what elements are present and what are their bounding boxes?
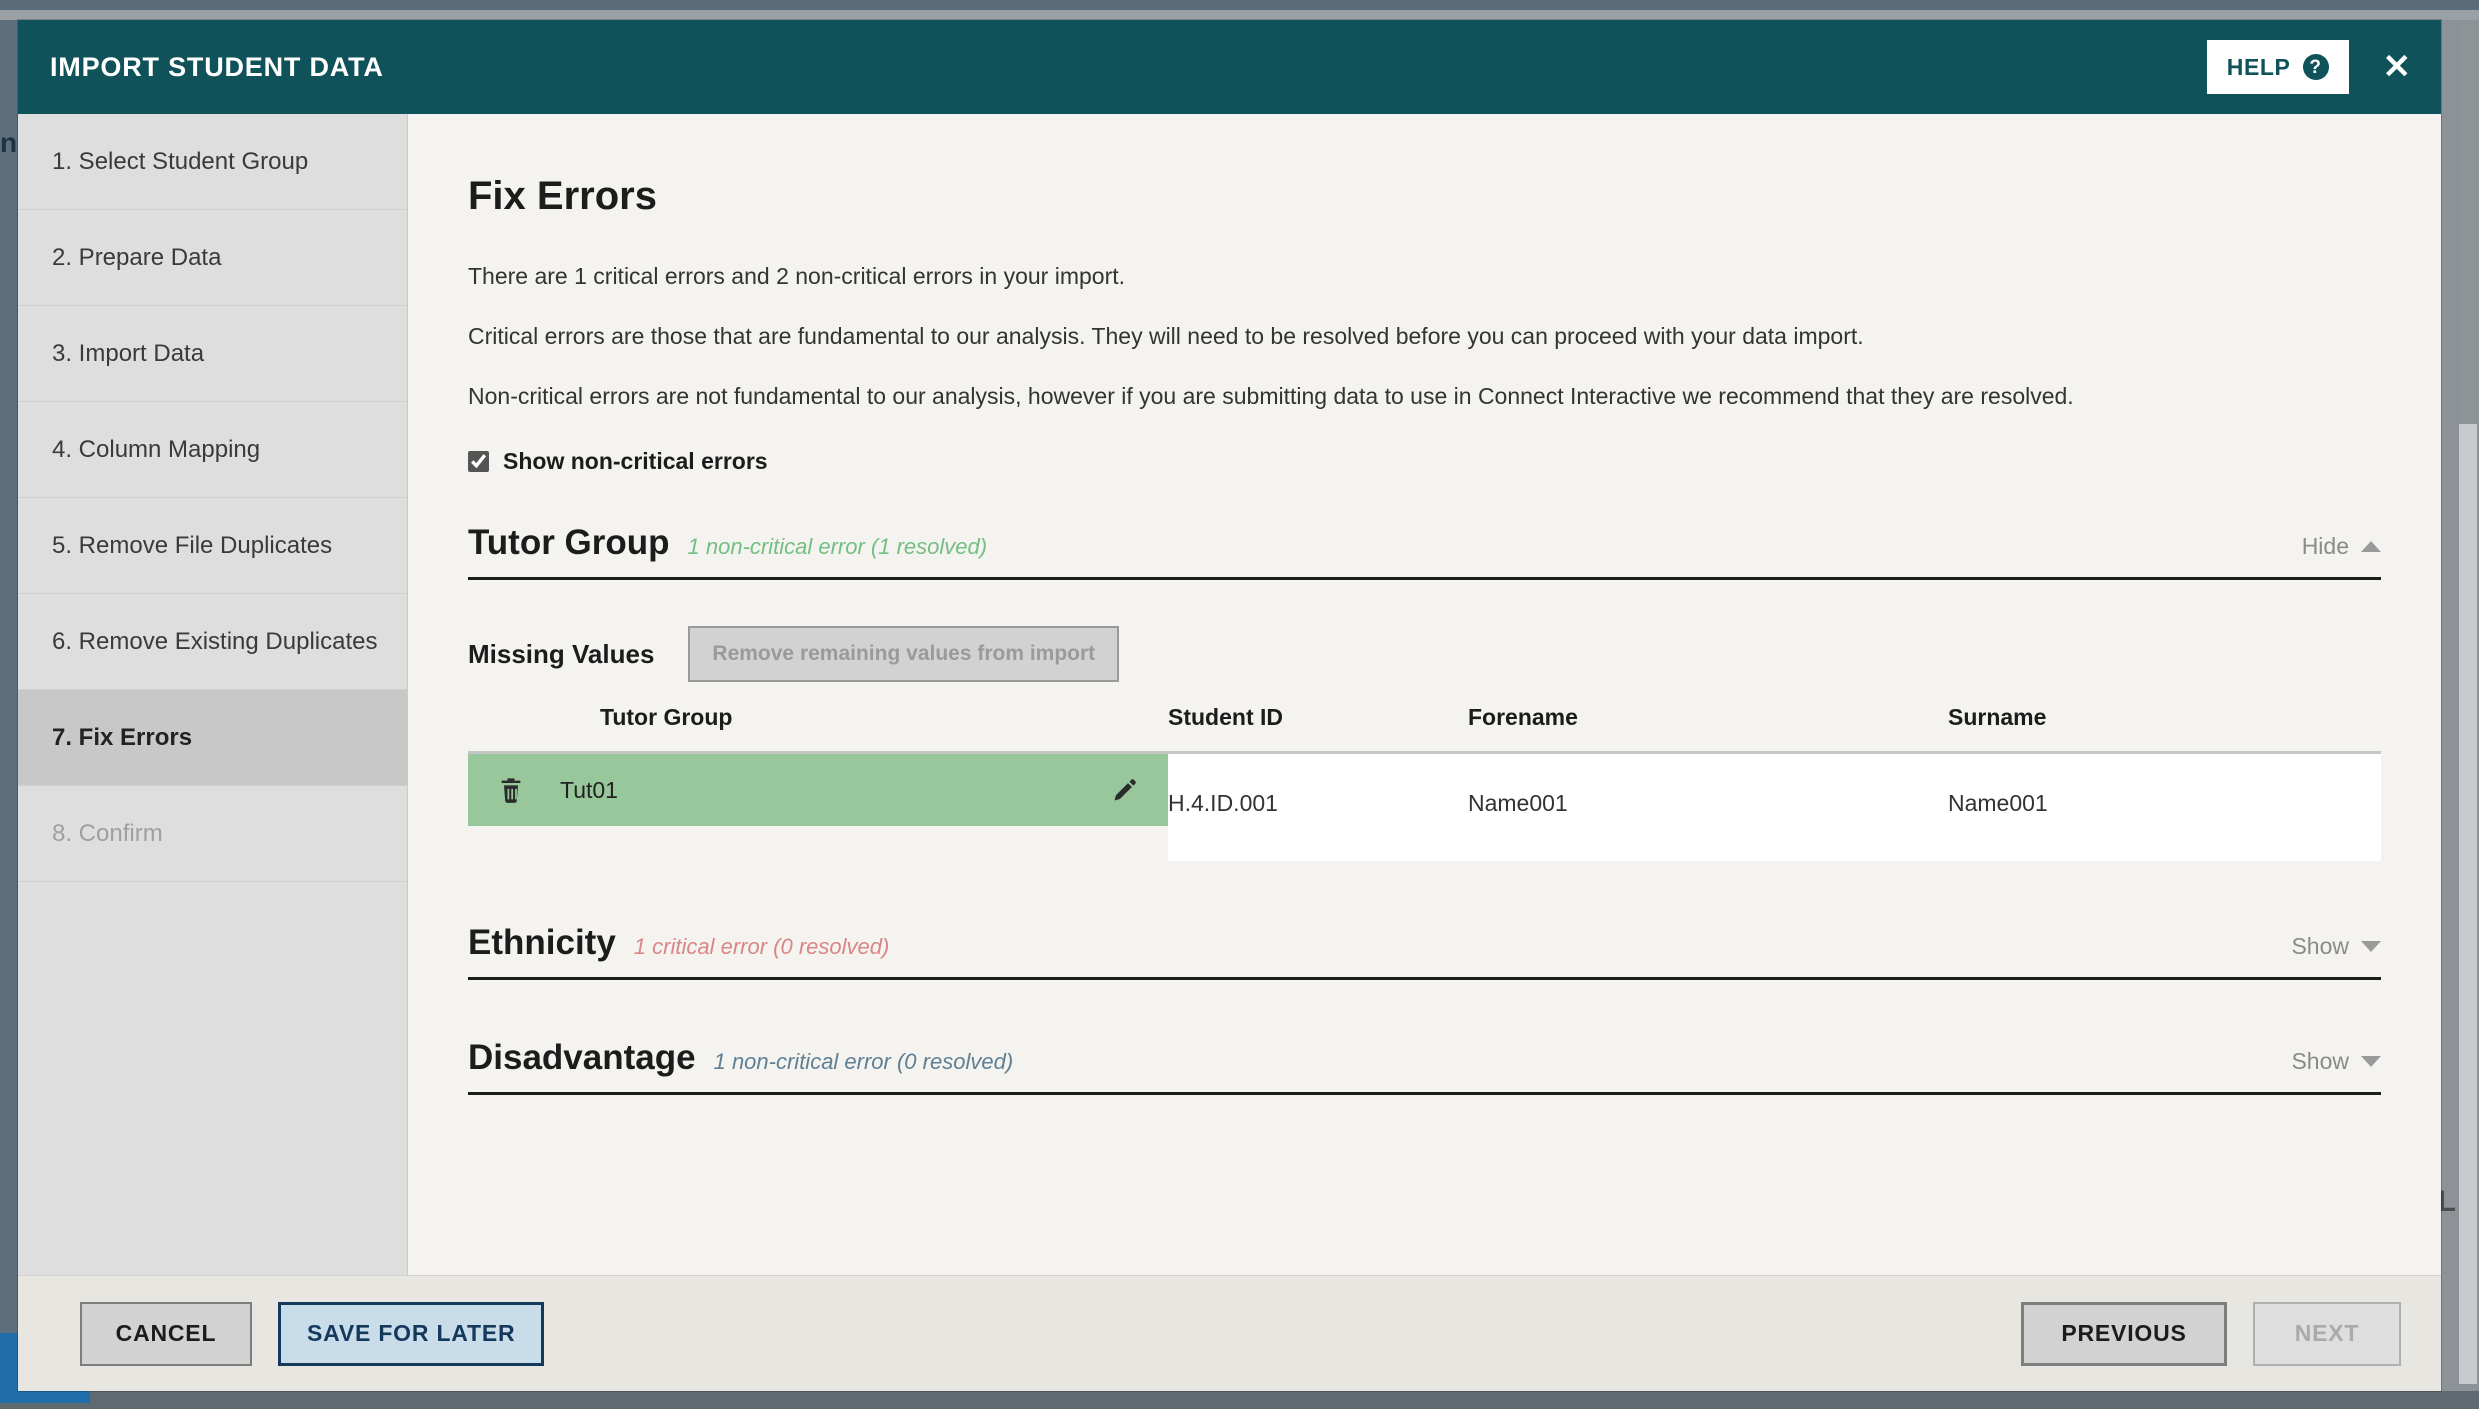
section-tutor-group-title: Tutor Group <box>468 523 670 562</box>
table-row: Tut01 H.4.ID.001 Name001 Name001 <box>468 752 2381 861</box>
modal-header-actions: HELP ? ✕ <box>2206 40 2420 94</box>
footer-right-actions: PREVIOUS NEXT <box>2021 1301 2401 1366</box>
section-ethnicity-toggle[interactable]: Show <box>2291 933 2381 960</box>
section-disadvantage-title: Disadvantage <box>468 1037 696 1077</box>
table-cell-value-text: Tut01 <box>560 776 618 803</box>
chevron-down-icon <box>2361 1055 2381 1067</box>
footer-left-actions: CANCEL SAVE FOR LATER <box>80 1301 545 1366</box>
cancel-button[interactable]: CANCEL <box>80 1301 252 1366</box>
fix-errors-panel: Fix Errors There are 1 critical errors a… <box>408 114 2441 1275</box>
chevron-up-icon <box>2361 541 2381 552</box>
errors-table: Tutor Group Student ID Forename Surname <box>468 704 2381 861</box>
show-noncritical-errors-checkbox[interactable] <box>468 451 489 472</box>
save-for-later-button[interactable]: SAVE FOR LATER <box>278 1301 545 1366</box>
previous-button[interactable]: PREVIOUS <box>2021 1301 2227 1366</box>
intro-paragraph-1: There are 1 critical errors and 2 non-cr… <box>468 263 1126 289</box>
pencil-icon[interactable] <box>1110 775 1140 805</box>
missing-values-label: Missing Values <box>468 638 655 669</box>
close-icon[interactable]: ✕ <box>2375 50 2420 84</box>
section-disadvantage-status: 1 non-critical error (0 resolved) <box>713 1048 1014 1074</box>
table-cell-value: Tut01 <box>468 753 1168 861</box>
errors-table-head: Tutor Group Student ID Forename Surname <box>468 704 2381 754</box>
trash-icon[interactable] <box>496 775 526 805</box>
section-tutor-group-toggle-label: Hide <box>2301 533 2349 559</box>
intro-paragraph-3: Non-critical errors are not fundamental … <box>468 383 2074 409</box>
background-top-strip <box>0 0 2479 10</box>
show-noncritical-errors-row: Show non-critical errors <box>468 448 2381 475</box>
column-header-forename: Forename <box>1468 704 1948 754</box>
section-ethnicity-toggle-label: Show <box>2291 932 2349 959</box>
sidebar-item-fix-errors[interactable]: 7. Fix Errors <box>18 690 407 786</box>
sidebar-item-prepare-data[interactable]: 2. Prepare Data <box>18 210 407 306</box>
import-student-data-modal: IMPORT STUDENT DATA HELP ? ✕ 1. Select S… <box>18 20 2441 1391</box>
intro-paragraph-2: Critical errors are those that are funda… <box>468 323 1864 349</box>
section-spacer-2 <box>468 980 2381 1038</box>
chevron-down-icon <box>2361 940 2381 952</box>
background-bottom-bar <box>0 1391 2479 1409</box>
errors-table-body: Tut01 H.4.ID.001 Name001 Name001 <box>468 752 2381 861</box>
table-cell-forename: Name001 <box>1468 752 1948 861</box>
modal-header: IMPORT STUDENT DATA HELP ? ✕ <box>18 20 2441 114</box>
section-tutor-group-status: 1 non-critical error (1 resolved) <box>687 534 988 559</box>
errors-table-header-row: Tutor Group Student ID Forename Surname <box>468 704 2381 754</box>
question-circle-icon: ? <box>2302 54 2329 80</box>
section-ethnicity: Ethnicity 1 critical error (0 resolved) … <box>468 923 2381 980</box>
resolved-value-pill: Tut01 <box>468 754 1168 826</box>
section-ethnicity-title: Ethnicity <box>468 922 616 962</box>
modal-footer: CANCEL SAVE FOR LATER PREVIOUS NEXT <box>18 1275 2441 1391</box>
help-button-label: HELP <box>2226 53 2291 80</box>
section-disadvantage-toggle[interactable]: Show <box>2291 1048 2381 1075</box>
table-cell-student-id: H.4.ID.001 <box>1168 752 1468 861</box>
sidebar-item-column-mapping[interactable]: 4. Column Mapping <box>18 402 407 498</box>
sidebar-item-remove-existing-duplicates[interactable]: 6. Remove Existing Duplicates <box>18 594 407 690</box>
column-header-surname: Surname <box>1948 704 2381 754</box>
column-header-student-id: Student ID <box>1168 704 1468 754</box>
background-top-strip-right <box>1100 10 2479 20</box>
sidebar-item-confirm: 8. Confirm <box>18 786 407 882</box>
table-cell-surname: Name001 <box>1948 752 2381 861</box>
page-scrollbar-thumb[interactable] <box>2459 24 2477 424</box>
sidebar-item-import-data[interactable]: 3. Import Data <box>18 306 407 402</box>
section-disadvantage-header: Disadvantage 1 non-critical error (0 res… <box>468 1038 2381 1095</box>
wizard-step-sidebar: 1. Select Student Group 2. Prepare Data … <box>18 114 408 1275</box>
modal-body: 1. Select Student Group 2. Prepare Data … <box>18 114 2441 1275</box>
section-disadvantage: Disadvantage 1 non-critical error (0 res… <box>468 1038 2381 1095</box>
section-ethnicity-header: Ethnicity 1 critical error (0 resolved) … <box>468 923 2381 980</box>
help-button[interactable]: HELP ? <box>2206 40 2349 94</box>
remove-remaining-values-button[interactable]: Remove remaining values from import <box>688 626 1120 682</box>
section-tutor-group-header: Tutor Group 1 non-critical error (1 reso… <box>468 523 2381 580</box>
next-button: NEXT <box>2253 1301 2401 1366</box>
background-top-strip-left <box>0 10 1100 20</box>
modal-title: IMPORT STUDENT DATA <box>50 51 384 82</box>
section-spacer-1 <box>468 861 2381 923</box>
sidebar-item-remove-file-duplicates[interactable]: 5. Remove File Duplicates <box>18 498 407 594</box>
column-header-tutor-group: Tutor Group <box>468 704 1168 754</box>
page-title: Fix Errors <box>468 174 657 218</box>
section-tutor-group-toggle[interactable]: Hide <box>2302 533 2381 560</box>
missing-values-row: Missing Values Remove remaining values f… <box>468 626 2381 682</box>
section-disadvantage-toggle-label: Show <box>2291 1047 2349 1074</box>
section-ethnicity-status: 1 critical error (0 resolved) <box>633 933 890 959</box>
sidebar-item-select-student-group[interactable]: 1. Select Student Group <box>18 114 407 210</box>
section-tutor-group: Tutor Group 1 non-critical error (1 reso… <box>468 523 2381 861</box>
show-noncritical-errors-label[interactable]: Show non-critical errors <box>503 448 768 475</box>
